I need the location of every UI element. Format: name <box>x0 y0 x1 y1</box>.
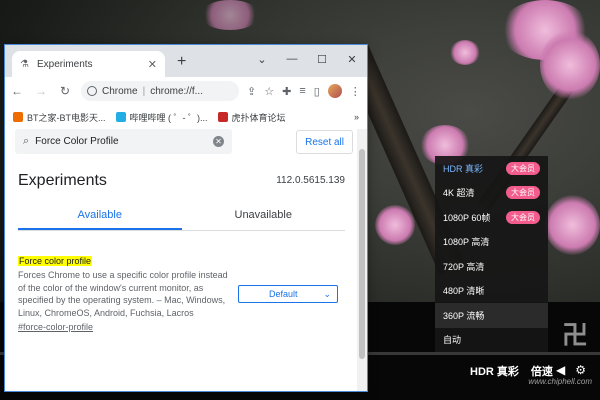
quality-label: 720P 高清 <box>443 261 485 272</box>
quality-option[interactable]: 480P 清晰 <box>435 279 548 304</box>
flag-anchor-link[interactable]: #force-color-profile <box>18 322 93 332</box>
flag-state-value: Default <box>269 289 298 299</box>
scrollbar-thumb[interactable] <box>359 149 365 359</box>
new-tab-button[interactable]: + <box>177 53 186 71</box>
bookmark-label: BT之家-BT电影天... <box>27 112 106 123</box>
close-tab-icon[interactable]: ✕ <box>148 58 157 71</box>
flask-icon: ⚗ <box>20 58 29 70</box>
clear-search-icon[interactable]: ✕ <box>213 136 224 147</box>
blossom <box>450 40 480 65</box>
flag-description: Forces Chrome to use a specific color pr… <box>18 270 228 318</box>
experiments-tabs: Available Unavailable <box>18 205 345 231</box>
quality-label: 360P 流畅 <box>443 310 485 321</box>
page-scrollbar[interactable] <box>357 129 367 391</box>
toolbar: ← → ↻ Chrome | chrome://f... ⇪ ☆ ✚ ≡ ▯ ⋮ <box>5 77 367 105</box>
chevron-down-icon: ⌄ <box>323 288 331 299</box>
flag-search-bar[interactable]: ⌕ Force Color Profile ✕ <box>15 129 232 154</box>
reload-icon[interactable]: ↻ <box>57 84 73 98</box>
tab-title: Experiments <box>36 58 93 70</box>
page-title: Experiments <box>18 172 107 189</box>
bookmark-item[interactable]: 哔哩哔哩 ( ゜- ゜)... <box>115 111 208 124</box>
hupu-icon <box>217 112 228 122</box>
vip-badge: 大会员 <box>506 161 540 175</box>
experiments-page: ⌕ Force Color Profile ✕ Reset all Experi… <box>5 129 357 391</box>
quality-menu: HDR 真彩 大会员 4K 超清 大会员 1080P 60帧 大会员 1080P 高清… <box>435 156 548 352</box>
quality-option[interactable]: 自动 <box>435 328 548 353</box>
blossom <box>200 0 260 30</box>
forward-icon[interactable]: → <box>33 84 49 98</box>
watermark-logo: 卍 <box>561 321 588 351</box>
close-window-button[interactable]: ✕ <box>337 45 367 73</box>
vip-badge: 大会员 <box>506 186 540 200</box>
quality-option[interactable]: 1080P 60帧 大会员 <box>435 205 548 230</box>
quality-option[interactable]: 1080P 高清 <box>435 230 548 255</box>
bookmark-item[interactable]: 虎扑体育论坛 <box>217 111 286 124</box>
back-icon[interactable]: ← <box>9 84 25 98</box>
flag-title: Force color profile <box>18 256 93 266</box>
bookmarks-bar: BT之家-BT电影天... 哔哩哔哩 ( ゜- ゜)... 虎扑体育论坛 » <box>5 105 367 130</box>
version-label: 112.0.5615.139 <box>276 175 345 186</box>
share-icon[interactable]: ⇪ <box>247 85 256 98</box>
quality-label: 1080P 60帧 <box>443 212 491 223</box>
quality-option[interactable]: HDR 真彩 大会员 <box>435 156 548 181</box>
more-bookmarks-icon[interactable]: » <box>354 112 359 122</box>
extensions-icon[interactable]: ✚ <box>282 85 291 98</box>
address-bar[interactable]: Chrome | chrome://f... <box>81 81 239 101</box>
vip-badge: 大会员 <box>506 210 540 224</box>
menu-icon[interactable]: ⋮ <box>350 85 361 98</box>
blossom <box>540 30 600 100</box>
bookmark-star-icon[interactable]: ☆ <box>264 85 274 98</box>
quality-option[interactable]: 720P 高清 <box>435 254 548 279</box>
flag-state-select[interactable]: Default ⌄ <box>238 285 338 303</box>
search-icon: ⌕ <box>23 135 30 147</box>
bookmark-label: 哔哩哔哩 ( ゜- ゜)... <box>129 112 208 123</box>
browser-tab[interactable]: ⚗ Experiments ✕ <box>12 51 165 77</box>
quality-label: 480P 清晰 <box>443 286 485 297</box>
quality-option[interactable]: 4K 超清 大会员 <box>435 181 548 206</box>
quality-label: 自动 <box>443 335 462 346</box>
blossom <box>545 195 600 255</box>
side-panel-icon[interactable]: ▯ <box>314 85 320 98</box>
profile-avatar[interactable] <box>327 84 342 98</box>
quality-label: 4K 超清 <box>443 188 475 199</box>
omnibox-host: Chrome <box>102 85 138 97</box>
tab-available[interactable]: Available <box>18 205 182 230</box>
chrome-window: ⚗ Experiments ✕ + ⌄ — ☐ ✕ ← → ↻ Chrome |… <box>4 44 368 392</box>
window-controls: ⌄ — ☐ ✕ <box>247 45 367 73</box>
minimize-button[interactable]: — <box>277 45 307 73</box>
quality-label: 1080P 高清 <box>443 237 490 248</box>
title-bar: ⚗ Experiments ✕ + ⌄ — ☐ ✕ <box>5 45 367 77</box>
reading-list-icon[interactable]: ≡ <box>299 85 305 97</box>
reset-all-button[interactable]: Reset all <box>296 130 353 154</box>
bookmark-item[interactable]: BT之家-BT电影天... <box>13 111 106 124</box>
bt-icon <box>13 112 23 122</box>
chrome-icon <box>87 86 97 96</box>
search-input[interactable]: Force Color Profile <box>35 136 118 147</box>
quality-label: HDR 真彩 <box>443 163 483 174</box>
bookmark-label: 虎扑体育论坛 <box>231 112 286 123</box>
bilibili-icon <box>115 112 126 122</box>
site-url: www.chiphell.com <box>528 377 592 386</box>
quality-option[interactable]: 360P 流畅 <box>435 303 548 328</box>
maximize-button[interactable]: ☐ <box>307 45 337 73</box>
blossom <box>375 205 415 245</box>
omnibox-url: chrome://f... <box>150 85 203 97</box>
omnibox-separator: | <box>142 85 146 97</box>
tab-search-icon[interactable]: ⌄ <box>247 45 277 73</box>
tab-unavailable[interactable]: Unavailable <box>182 205 346 230</box>
quality-button[interactable]: HDR 真彩 <box>470 363 519 379</box>
